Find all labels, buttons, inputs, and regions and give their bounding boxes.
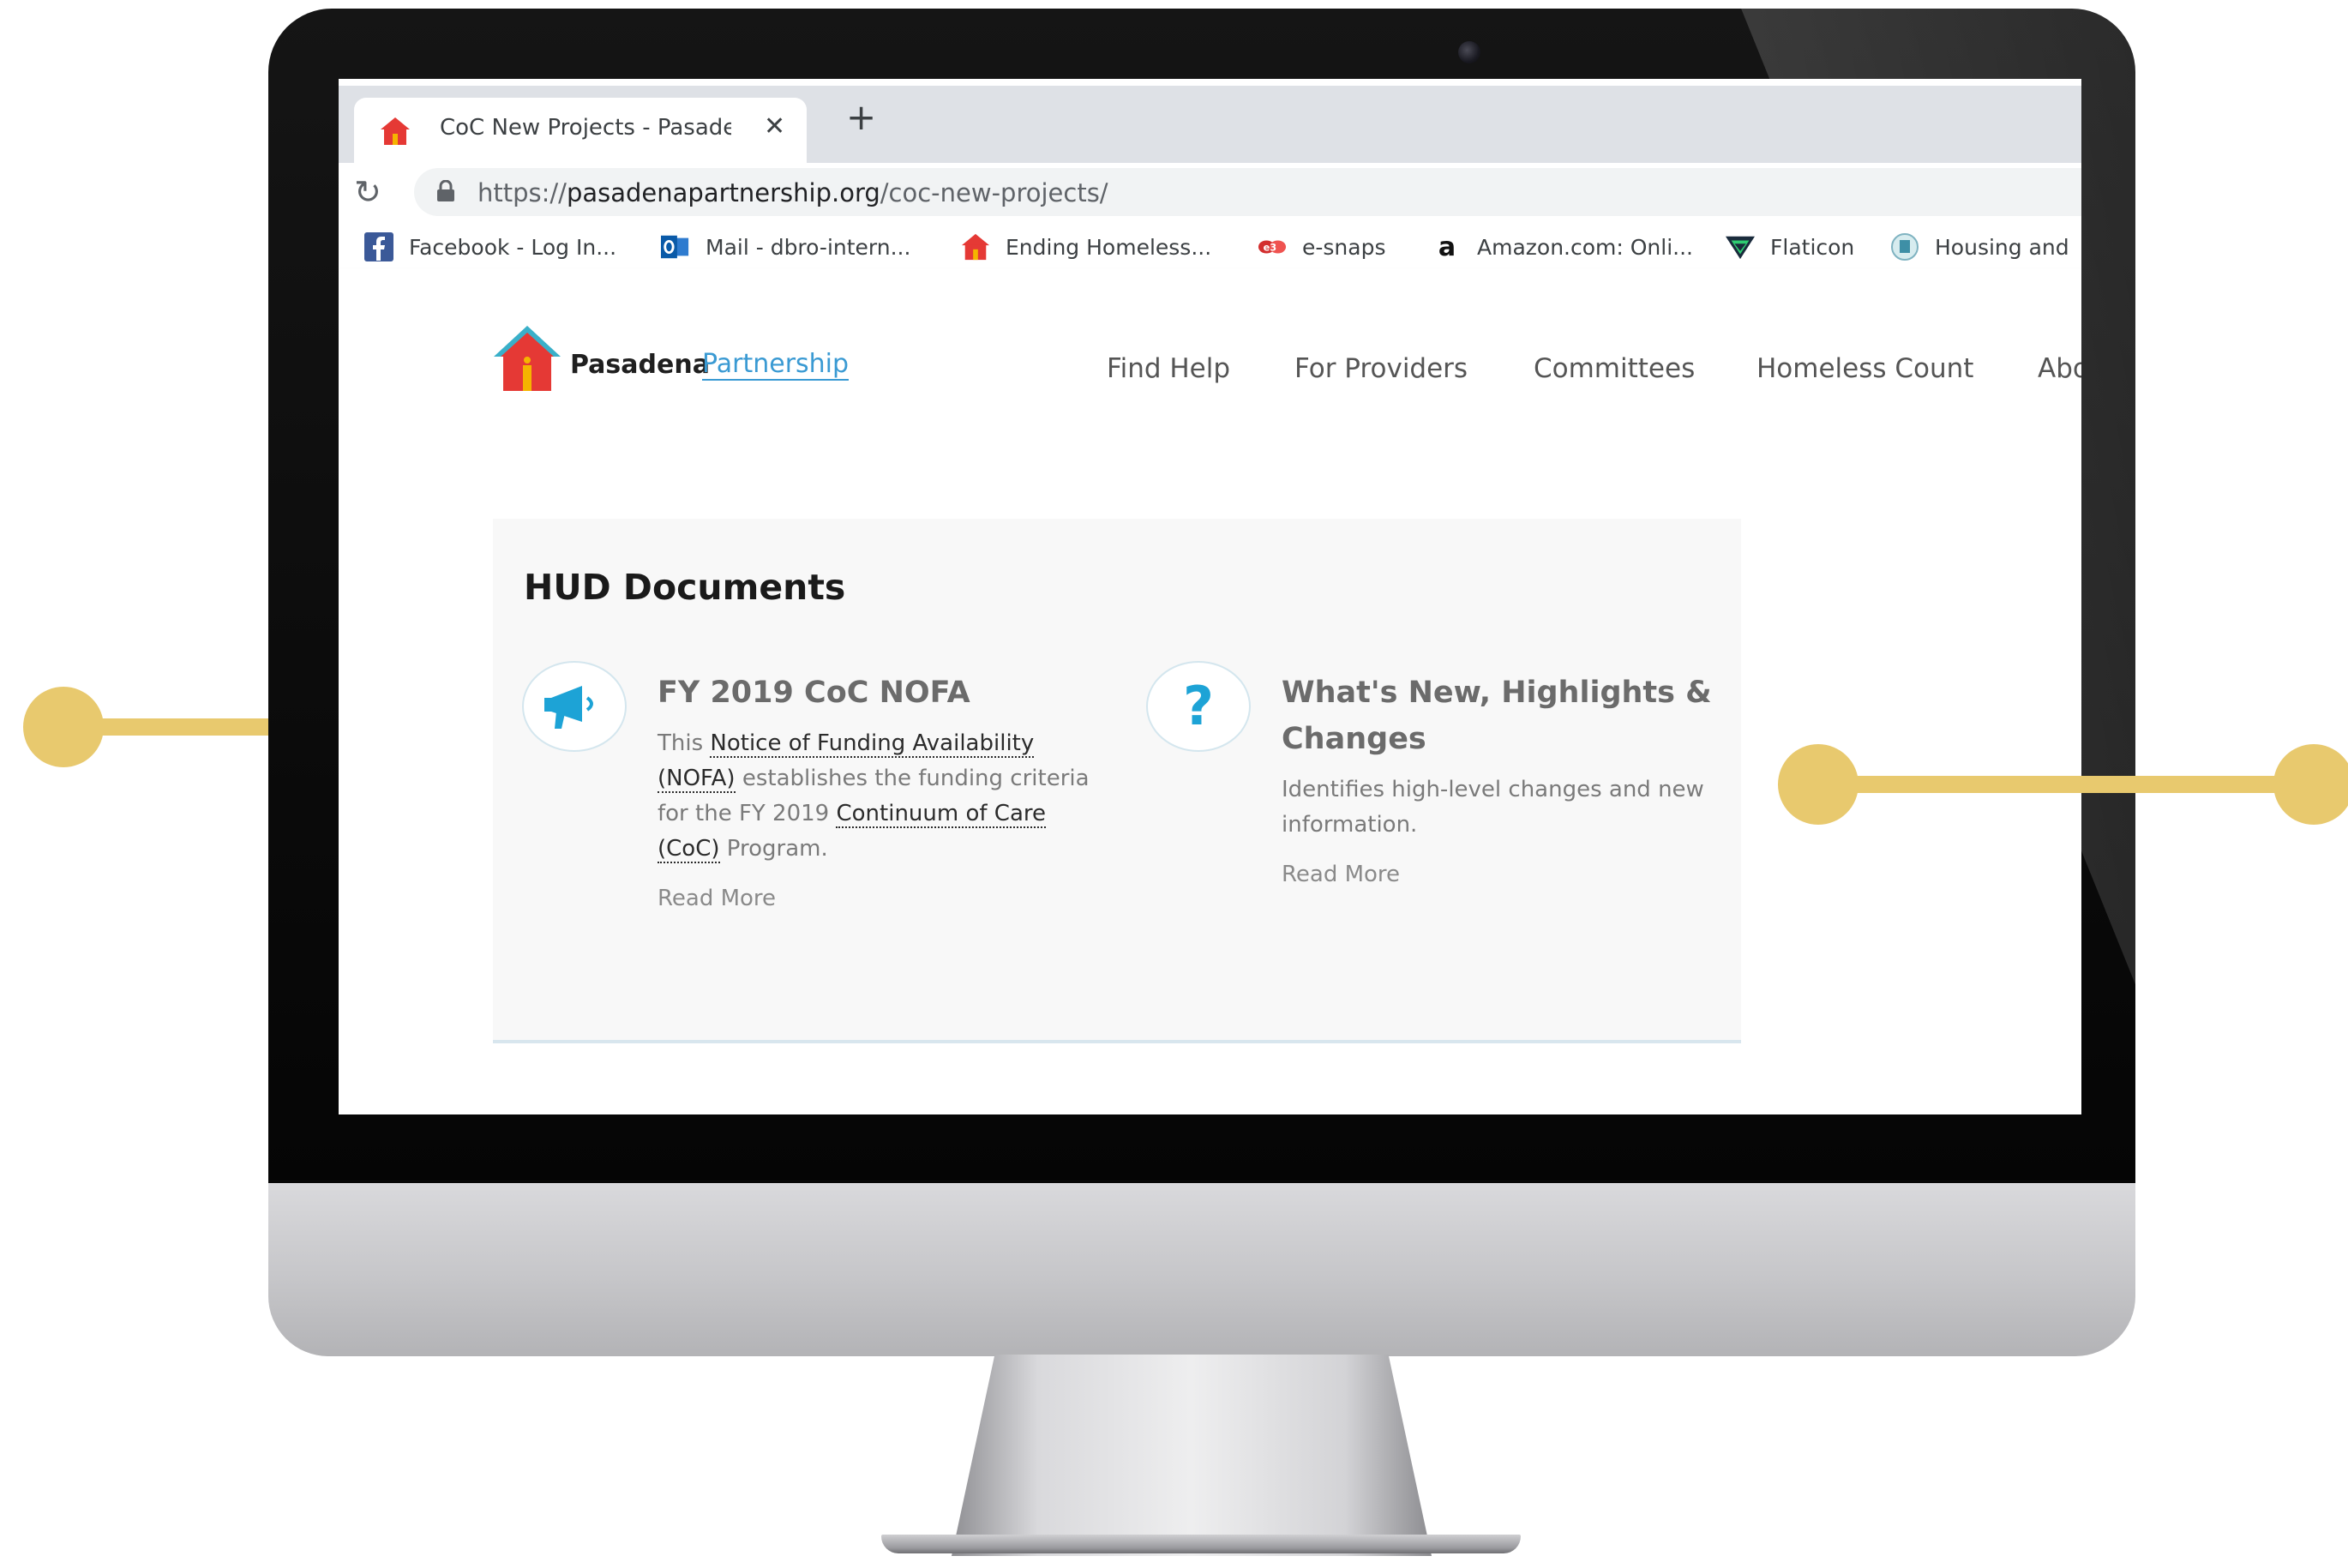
item-title-nofa[interactable]: FY 2019 CoC NOFA — [658, 670, 1086, 716]
svg-text:e3: e3 — [1264, 242, 1277, 254]
section-heading: HUD Documents — [524, 567, 846, 608]
bookmark-amazon[interactable]: a Amazon.com: Onli... — [1432, 231, 1693, 262]
house-icon — [961, 232, 990, 261]
facebook-icon — [364, 232, 393, 261]
bookmark-label: Flaticon — [1770, 234, 1855, 260]
bookmark-label: Housing and — [1935, 234, 2069, 260]
bookmark-esnaps[interactable]: e3 e-snaps — [1258, 231, 1386, 262]
browser-window: CoC New Projects - Pasadena Partnership … — [339, 79, 2081, 1114]
read-more-link[interactable]: Read More — [658, 886, 776, 911]
desc-text: Program. — [719, 836, 828, 862]
bookmark-label: Amazon.com: Onli... — [1477, 234, 1694, 260]
bookmark-flaticon[interactable]: Flaticon — [1726, 231, 1854, 262]
nav-for-providers[interactable]: For Providers — [1294, 353, 1468, 384]
bookmark-housing[interactable]: Housing and — [1890, 231, 2069, 262]
url-path: /coc-new-projects/ — [880, 178, 1108, 207]
url-text: https://pasadenapartnership.org/coc-new-… — [477, 178, 1108, 207]
house-icon — [381, 117, 410, 145]
bookmark-label: Facebook - Log In... — [409, 234, 617, 260]
right-connector-dot-inner — [1778, 744, 1859, 825]
bookmark-facebook[interactable]: Facebook - Log In... — [364, 231, 616, 262]
right-connector-line — [1818, 776, 2314, 793]
site-header: Pasadena Partnership Find Help For Provi… — [339, 269, 2081, 460]
nav-about[interactable]: About — [2038, 353, 2081, 384]
nav-find-help[interactable]: Find Help — [1107, 353, 1230, 384]
logo-text-partnership: Partnership — [702, 349, 850, 381]
hud-seal-icon — [1890, 232, 1919, 261]
monitor-stand — [952, 1355, 1432, 1556]
nav-committees[interactable]: Committees — [1534, 353, 1695, 384]
webcam — [1458, 41, 1480, 63]
bookmark-label: Mail - dbro-intern... — [706, 234, 911, 260]
left-connector-dot-outer — [23, 687, 104, 767]
right-connector-dot-outer — [2273, 744, 2348, 825]
hud-documents-card: HUD Documents FY 2019 CoC NOFA This Noti… — [493, 519, 1741, 1043]
url-domain: pasadenapartnership.org — [566, 178, 880, 207]
question-mark-icon: ? — [1146, 661, 1251, 752]
esnaps-icon: e3 — [1258, 232, 1287, 261]
desc-text: This — [658, 730, 711, 756]
item-desc-nofa: This Notice of Funding Availability (NOF… — [658, 726, 1103, 867]
reload-icon[interactable]: ↻ — [354, 173, 381, 211]
logo-house-icon — [494, 326, 561, 391]
tab-title: CoC New Projects - Pasadena Partnership — [440, 115, 731, 141]
bookmark-label: e-snaps — [1302, 234, 1386, 260]
logo-text-pasadena: Pasadena — [570, 350, 710, 380]
monitor-chin — [268, 1183, 2135, 1356]
item-desc-whats-new: Identifies high-level changes and new in… — [1282, 777, 1704, 838]
toolbar: ↻ https://pasadenapartnership.org/coc-ne… — [339, 163, 2081, 223]
read-more-link[interactable]: Read More — [1282, 862, 1400, 887]
bookmark-label: Ending Homeless... — [1006, 234, 1212, 260]
bookmark-ending-homeless[interactable]: Ending Homeless... — [961, 231, 1211, 262]
browser-tab[interactable]: CoC New Projects - Pasadena Partnership … — [354, 98, 807, 163]
monitor-foot — [881, 1535, 1521, 1553]
outlook-icon — [661, 232, 690, 261]
amazon-icon: a — [1438, 231, 1456, 262]
url-scheme: https:// — [477, 178, 567, 207]
nav-homeless-count[interactable]: Homeless Count — [1756, 353, 1973, 384]
tab-strip: CoC New Projects - Pasadena Partnership … — [339, 86, 2081, 163]
bookmarks-bar: Facebook - Log In... Mail - dbro-intern.… — [339, 223, 2081, 270]
lock-icon — [437, 180, 454, 201]
bookmark-mail[interactable]: Mail - dbro-intern... — [661, 231, 910, 262]
close-icon[interactable]: ✕ — [764, 111, 785, 141]
flaticon-icon — [1726, 232, 1755, 261]
site-logo[interactable]: Pasadena Partnership — [493, 324, 853, 398]
megaphone-icon — [522, 661, 627, 752]
plus-icon[interactable]: + — [846, 99, 876, 135]
address-bar[interactable]: https://pasadenapartnership.org/coc-new-… — [414, 168, 2081, 216]
item-title-whats-new[interactable]: What's New, Highlights & Changes — [1282, 670, 1727, 762]
